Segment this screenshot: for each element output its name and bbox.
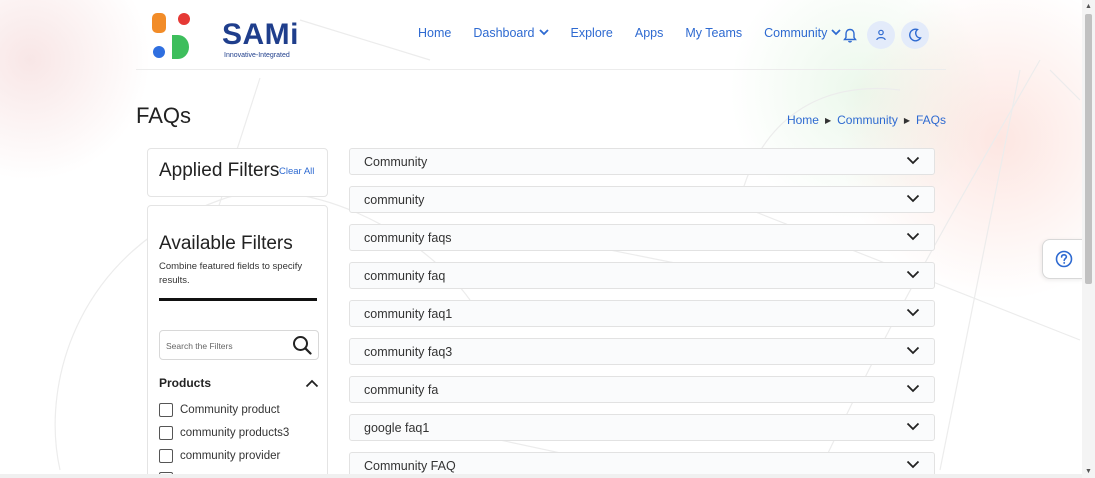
- faq-question: community fa: [364, 383, 439, 397]
- divider: [159, 298, 317, 301]
- page-title: FAQs: [136, 103, 192, 128]
- faq-question: community faq3: [364, 345, 453, 359]
- nav-explore[interactable]: Explore: [571, 26, 613, 40]
- filter-search-input[interactable]: [166, 337, 286, 355]
- scrollbar-thumb[interactable]: [1085, 14, 1092, 284]
- chevron-down-icon: [906, 270, 920, 279]
- nav-apps-label: Apps: [634, 26, 664, 40]
- sami-logo[interactable]: SAMi Innovative-Integrated: [152, 12, 299, 62]
- vertical-scrollbar[interactable]: ▲ ▼: [1082, 0, 1095, 478]
- nav-my-teams-label: My Teams: [685, 26, 743, 40]
- available-filters-description: Combine featured fields to specify resul…: [159, 261, 303, 286]
- scroll-down-arrow-icon[interactable]: ▼: [1085, 468, 1092, 475]
- notifications-button[interactable]: [836, 21, 864, 49]
- faq-item[interactable]: community faq1: [349, 300, 935, 327]
- sami-logo-mark-icon: [152, 13, 190, 59]
- chevron-down-icon: [906, 194, 920, 203]
- faq-question: google faq1: [364, 421, 430, 435]
- moon-icon: [909, 28, 922, 42]
- faq-item[interactable]: community faqs: [349, 224, 935, 251]
- chevron-up-icon[interactable]: [305, 379, 319, 388]
- faq-question: Community: [364, 155, 428, 169]
- user-profile-button[interactable]: [867, 21, 895, 49]
- filter-option[interactable]: community products3: [159, 426, 289, 440]
- faq-question: community faq: [364, 269, 446, 283]
- search-icon: [293, 336, 312, 355]
- scroll-up-arrow-icon[interactable]: ▲: [1085, 3, 1092, 10]
- bell-icon: [843, 28, 857, 43]
- clear-all-link[interactable]: Clear All: [279, 166, 314, 177]
- breadcrumb-home[interactable]: Home: [787, 113, 819, 127]
- faq-item[interactable]: community fa: [349, 376, 935, 403]
- horizontal-scrollbar[interactable]: [0, 474, 1082, 478]
- search-button[interactable]: [292, 335, 312, 360]
- user-icon: [876, 29, 886, 41]
- chevron-down-icon: [906, 422, 920, 431]
- applied-filters-title: Applied Filters: [159, 160, 280, 181]
- main-nav: Home Dashboard Explore Apps My Teams Com…: [418, 26, 863, 40]
- nav-my-teams[interactable]: My Teams: [685, 26, 742, 40]
- help-button[interactable]: [1042, 239, 1084, 279]
- checkbox[interactable]: [159, 426, 173, 440]
- checkbox[interactable]: [159, 403, 173, 417]
- faq-item[interactable]: community faq: [349, 262, 935, 289]
- chevron-down-icon: [906, 384, 920, 393]
- caret-right-icon: ▶: [824, 115, 832, 125]
- filter-option-label: Community product: [180, 404, 280, 416]
- faq-item[interactable]: community faq3: [349, 338, 935, 365]
- theme-toggle-button[interactable]: [901, 21, 929, 49]
- faq-item[interactable]: community: [349, 186, 935, 213]
- filter-option[interactable]: Community product: [159, 403, 280, 417]
- chevron-down-icon: [538, 28, 549, 38]
- available-filters-panel: Available Filters Combine featured field…: [147, 205, 328, 478]
- top-navigation-bar: SAMi Innovative-Integrated Home Dashboar…: [136, 2, 946, 70]
- checkbox[interactable]: [159, 449, 173, 463]
- nav-explore-label: Explore: [570, 26, 613, 40]
- nav-community-label: Community: [764, 26, 828, 40]
- nav-dashboard[interactable]: Dashboard: [473, 26, 549, 40]
- available-filters-title: Available Filters: [159, 233, 293, 254]
- nav-community[interactable]: Community: [764, 26, 841, 40]
- filter-option[interactable]: community provider: [159, 449, 280, 463]
- question-circle-icon: [1055, 250, 1072, 268]
- chevron-down-icon: [906, 460, 920, 469]
- chevron-down-icon: [906, 308, 920, 317]
- filter-option-label: community provider: [180, 450, 281, 462]
- chevron-down-icon: [906, 156, 920, 165]
- chevron-down-icon: [906, 346, 920, 355]
- nav-apps[interactable]: Apps: [635, 26, 664, 40]
- breadcrumb: Home ▶ Community ▶ FAQs: [787, 113, 946, 127]
- faq-question: Community FAQ: [364, 459, 456, 473]
- filter-option-label: community products3: [180, 427, 290, 439]
- breadcrumb-community[interactable]: Community: [837, 113, 898, 127]
- nav-home[interactable]: Home: [418, 26, 451, 40]
- caret-right-icon: ▶: [903, 115, 910, 125]
- nav-dashboard-label: Dashboard: [473, 26, 535, 40]
- applied-filters-panel: Applied Filters Clear All: [147, 148, 328, 197]
- faq-question: community faqs: [364, 231, 452, 245]
- brand-name: SAMi: [222, 18, 299, 51]
- filter-search-box: [159, 330, 319, 360]
- products-filter-label: Products: [159, 376, 212, 390]
- faq-item[interactable]: google faq1: [349, 414, 935, 441]
- faq-question: community: [364, 193, 425, 207]
- products-filter-group-header[interactable]: Products: [159, 376, 319, 390]
- breadcrumb-faqs[interactable]: FAQs: [916, 113, 946, 127]
- faq-question: community faq1: [364, 307, 453, 321]
- chevron-down-icon: [906, 232, 920, 241]
- faq-item[interactable]: Community: [349, 148, 935, 175]
- nav-home-label: Home: [418, 26, 452, 40]
- brand-tagline: Innovative-Integrated: [224, 52, 290, 59]
